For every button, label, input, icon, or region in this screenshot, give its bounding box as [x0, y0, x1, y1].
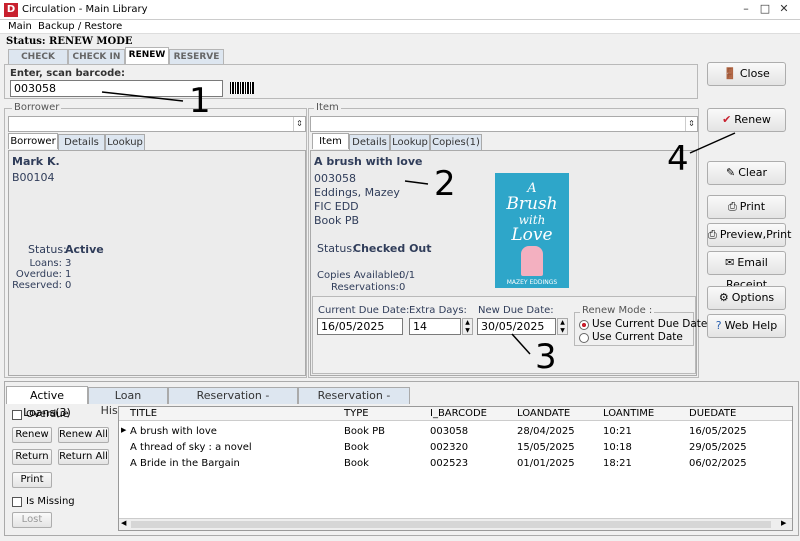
print-loans-button[interactable]: Print — [12, 472, 52, 488]
column-duedate[interactable]: DUEDATE — [689, 408, 736, 419]
cell-loantime: 10:18 — [603, 442, 632, 453]
table-row[interactable]: ▶ A brush with love Book PB 003058 28/04… — [119, 425, 792, 440]
cell-loantime: 10:21 — [603, 426, 632, 437]
cell-barcode: 002320 — [430, 442, 469, 453]
cell-barcode: 003058 — [430, 426, 469, 437]
callout-line-2 — [404, 180, 429, 185]
row-pointer-icon: ▶ — [121, 426, 127, 434]
overdue-checkbox-label: Overdue — [26, 409, 69, 420]
column-title[interactable]: TITLE — [130, 408, 157, 419]
column-loandate[interactable]: LOANDATE — [517, 408, 570, 419]
callout-line-1 — [101, 91, 184, 102]
loans-table: TITLE TYPE I_BARCODE LOANDATE LOANTIME D… — [118, 406, 793, 531]
cell-duedate: 29/05/2025 — [689, 442, 747, 453]
is-missing-label: Is Missing — [26, 496, 75, 507]
cell-barcode: 002523 — [430, 458, 469, 469]
column-barcode[interactable]: I_BARCODE — [430, 408, 487, 419]
cell-title: A brush with love — [130, 426, 217, 437]
renew-all-button[interactable]: Renew All — [58, 427, 109, 443]
return-all-button[interactable]: Return All — [58, 449, 109, 465]
column-type[interactable]: TYPE — [344, 408, 369, 419]
scroll-right-icon[interactable]: ▶ — [781, 519, 786, 527]
column-loantime[interactable]: LOANTIME — [603, 408, 654, 419]
return-button[interactable]: Return — [12, 449, 52, 465]
tab-active-loans[interactable]: Active Loans(3) — [6, 386, 88, 419]
horizontal-scrollbar[interactable]: ◀ ▶ — [119, 518, 792, 530]
tab-loan-history[interactable]: Loan History(3) — [88, 387, 168, 417]
cell-type: Book — [344, 458, 369, 469]
cell-loantime: 18:21 — [603, 458, 632, 469]
cell-title: A Bride in the Bargain — [130, 458, 240, 469]
callout-line-4 — [689, 132, 736, 154]
callout-line-3 — [511, 333, 531, 355]
cell-type: Book — [344, 442, 369, 453]
callout-number-2: 2 — [434, 164, 456, 204]
cell-loandate: 15/05/2025 — [517, 442, 575, 453]
cell-type: Book PB — [344, 426, 385, 437]
scroll-thumb[interactable] — [131, 521, 771, 528]
cell-loandate: 01/01/2025 — [517, 458, 575, 469]
table-row[interactable]: A thread of sky : a novel Book 002320 15… — [119, 441, 792, 456]
scroll-left-icon[interactable]: ◀ — [121, 519, 126, 527]
renew-loan-button[interactable]: Renew — [12, 427, 52, 443]
callout-number-3: 3 — [535, 337, 557, 377]
lost-button[interactable]: Lost — [12, 512, 52, 528]
overdue-checkbox[interactable] — [12, 410, 22, 420]
table-row[interactable]: A Bride in the Bargain Book 002523 01/01… — [119, 457, 792, 472]
cell-loandate: 28/04/2025 — [517, 426, 575, 437]
is-missing-checkbox[interactable] — [12, 497, 22, 507]
cell-title: A thread of sky : a novel — [130, 442, 252, 453]
table-header: TITLE TYPE I_BARCODE LOANDATE LOANTIME D… — [119, 407, 792, 421]
cell-duedate: 06/02/2025 — [689, 458, 747, 469]
tab-reservation-borrower[interactable]: Reservation - Borrower(0) — [168, 387, 298, 417]
callout-number-4: 4 — [667, 139, 689, 179]
tab-reservation-item[interactable]: Reservation - Item(0) — [298, 387, 410, 417]
cell-duedate: 16/05/2025 — [689, 426, 747, 437]
callout-number-1: 1 — [189, 81, 211, 121]
